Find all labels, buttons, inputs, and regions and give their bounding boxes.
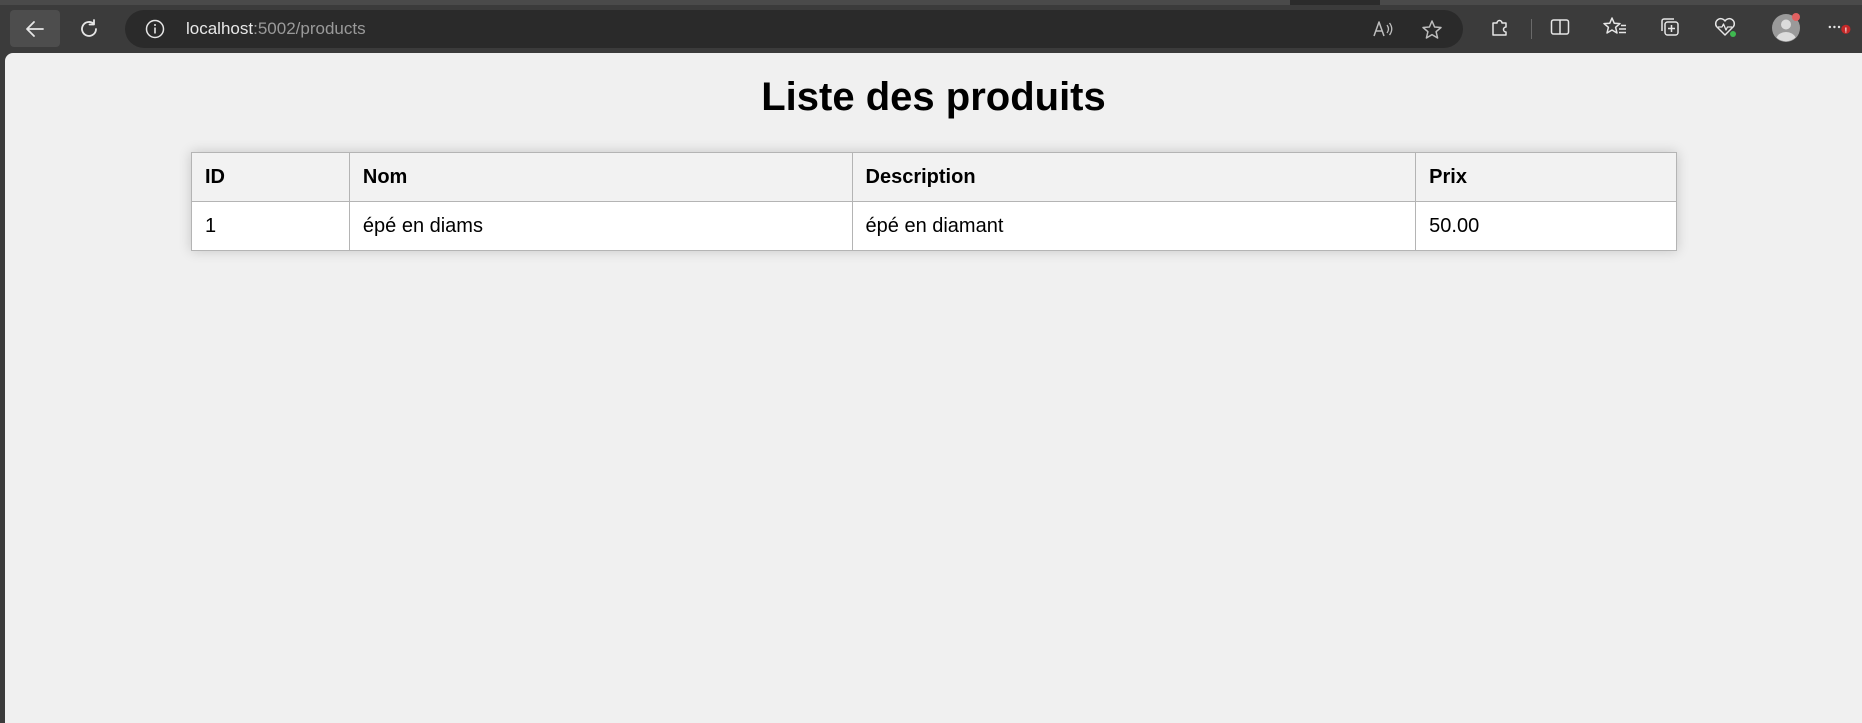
header-description: Description bbox=[851, 152, 1417, 202]
puzzle-icon[interactable] bbox=[1487, 14, 1513, 40]
split-screen-icon[interactable] bbox=[1547, 14, 1573, 40]
page-viewport: Liste des produits ID Nom Description Pr… bbox=[5, 53, 1862, 723]
back-arrow-icon bbox=[26, 20, 44, 37]
cell-prix: 50.00 bbox=[1415, 201, 1677, 251]
star-icon[interactable] bbox=[1421, 19, 1443, 46]
toolbar-divider bbox=[1531, 19, 1532, 39]
table-header-row: ID Nom Description Prix bbox=[191, 152, 1677, 202]
favorites-icon[interactable] bbox=[1602, 14, 1628, 40]
info-icon[interactable] bbox=[145, 19, 165, 44]
heart-pulse-icon[interactable] bbox=[1712, 14, 1738, 40]
page-title: Liste des produits bbox=[761, 75, 1106, 119]
read-aloud-icon[interactable] bbox=[1372, 19, 1394, 44]
url-path: :5002/products bbox=[253, 19, 366, 38]
url-text[interactable]: localhost:5002/products bbox=[186, 10, 366, 48]
collections-icon[interactable] bbox=[1657, 14, 1683, 40]
header-prix: Prix bbox=[1415, 152, 1677, 202]
back-button[interactable] bbox=[10, 10, 60, 47]
more-dots-icon[interactable]: ! bbox=[1826, 14, 1852, 40]
reload-icon bbox=[81, 18, 97, 37]
reload-button[interactable] bbox=[64, 10, 114, 47]
products-table: ID Nom Description Prix 1 épé en diams é… bbox=[191, 152, 1677, 251]
profile-avatar-icon[interactable] bbox=[1770, 12, 1802, 44]
table-row: 1 épé en diams épé en diamant 50.00 bbox=[191, 201, 1677, 251]
address-bar[interactable]: localhost:5002/products bbox=[125, 10, 1463, 48]
cell-nom: épé en diams bbox=[348, 201, 853, 251]
browser-toolbar: localhost:5002/products ! bbox=[0, 0, 1862, 53]
tab-strip bbox=[0, 0, 1862, 5]
notification-badge: ! bbox=[1845, 25, 1848, 34]
cell-id: 1 bbox=[191, 201, 350, 251]
header-id: ID bbox=[191, 152, 350, 202]
url-host: localhost bbox=[186, 19, 254, 38]
header-nom: Nom bbox=[348, 152, 853, 202]
cell-description: épé en diamant bbox=[851, 201, 1417, 251]
